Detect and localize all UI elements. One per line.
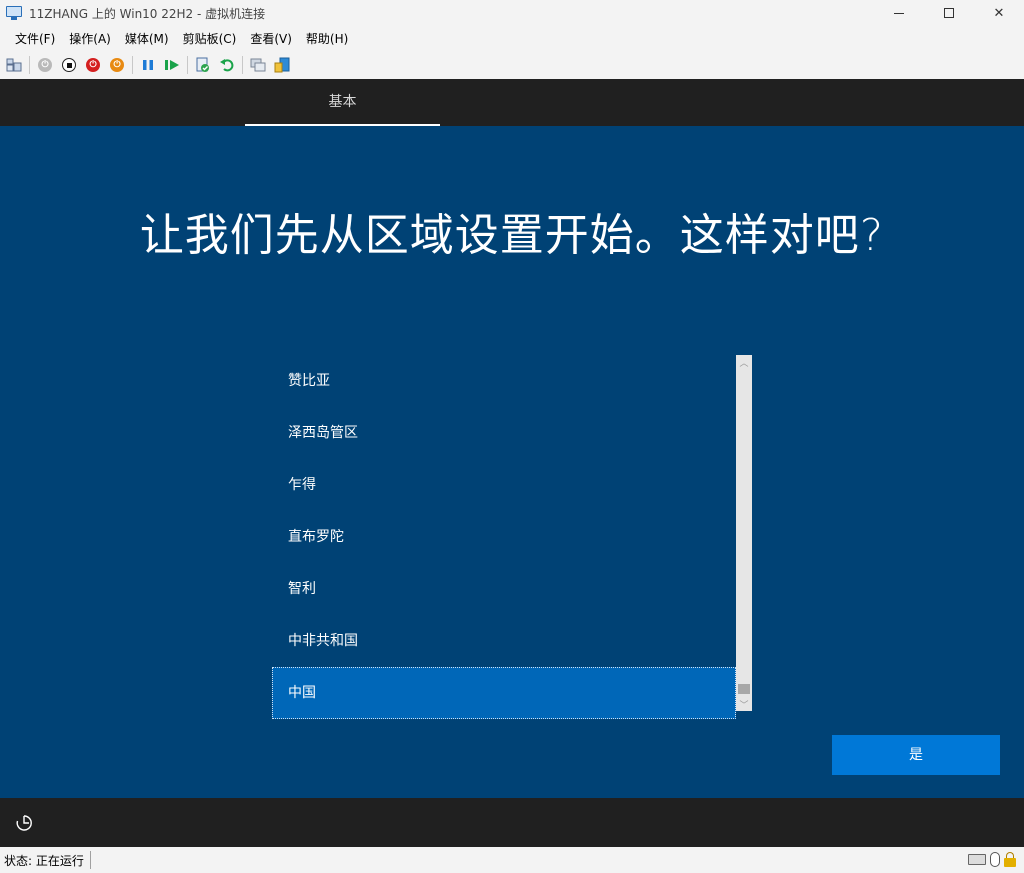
vm-connection-icon [6, 6, 22, 20]
window-title: 11ZHANG 上的 Win10 22H2 - 虚拟机连接 [29, 6, 266, 21]
minimize-icon [894, 12, 904, 14]
save-state-icon: ⏻ [110, 58, 124, 72]
stop-icon [62, 58, 76, 72]
share-button[interactable] [272, 55, 292, 75]
mouse-icon [990, 852, 1000, 867]
region-list-items: 赞比亚 泽西岛管区 乍得 直布罗陀 智利 中非共和国 中国 [272, 355, 736, 719]
enhanced-session-button[interactable] [248, 55, 268, 75]
list-item-selected[interactable]: 中国 [272, 667, 736, 719]
menu-help[interactable]: 帮助(H) [299, 26, 355, 52]
list-item[interactable]: 直布罗陀 [272, 511, 736, 563]
minimize-button[interactable] [874, 0, 924, 26]
list-item[interactable]: 智利 [272, 563, 736, 615]
checkpoint-button[interactable] [193, 55, 213, 75]
menu-view[interactable]: 查看(V) [243, 26, 299, 52]
ease-of-access-icon[interactable] [14, 813, 34, 833]
page-title: 让我们先从区域设置开始。这样对吧? [139, 210, 885, 261]
start-button[interactable]: ⏻ [35, 55, 55, 75]
scroll-thumb[interactable] [738, 684, 750, 694]
scroll-down-icon[interactable]: ﹀ [736, 697, 752, 711]
scroll-up-icon[interactable]: ︿ [736, 355, 752, 369]
resume-icon [165, 60, 179, 70]
status-text: 状态: 正在运行 [4, 853, 84, 868]
scrollbar[interactable]: ︿ ﹀ [736, 355, 752, 711]
status-bar: 状态: 正在运行 [0, 847, 1024, 873]
toolbar-separator [29, 56, 30, 74]
toolbar: ⏻ ⏻ ⏻ [0, 52, 1024, 78]
close-icon: ✕ [993, 5, 1005, 21]
toolbar-separator [187, 56, 188, 74]
list-item[interactable]: 乍得 [272, 459, 736, 511]
close-button[interactable]: ✕ [974, 0, 1024, 26]
maximize-icon [944, 8, 954, 18]
yes-button[interactable]: 是 [832, 735, 1000, 775]
checkpoint-icon [196, 57, 209, 72]
region-list[interactable]: 赞比亚 泽西岛管区 乍得 直布罗陀 智利 中非共和国 中国 ︿ ﹀ [272, 355, 752, 719]
enhanced-session-icon [250, 58, 266, 72]
pause-icon [143, 60, 153, 70]
menu-bar: 文件(F) 操作(A) 媒体(M) 剪贴板(C) 查看(V) 帮助(H) [0, 26, 1024, 52]
title-bar: 11ZHANG 上的 Win10 22H2 - 虚拟机连接 ✕ [0, 0, 1024, 26]
revert-button[interactable] [217, 55, 237, 75]
shutdown-icon: ⏻ [86, 58, 100, 72]
ctrl-alt-del-icon [6, 58, 22, 72]
ctrl-alt-del-button[interactable] [4, 55, 24, 75]
menu-action[interactable]: 操作(A) [62, 26, 118, 52]
maximize-button[interactable] [924, 0, 974, 26]
turn-off-button[interactable] [59, 55, 79, 75]
list-item[interactable]: 中非共和国 [272, 615, 736, 667]
pause-button[interactable] [138, 55, 158, 75]
resume-button[interactable] [162, 55, 182, 75]
shut-down-button[interactable]: ⏻ [83, 55, 103, 75]
oobe-header: 基本 [0, 79, 1024, 126]
status-icons [968, 852, 1016, 867]
power-start-icon: ⏻ [38, 58, 52, 72]
menu-media[interactable]: 媒体(M) [118, 26, 176, 52]
oobe-footer [0, 798, 1024, 847]
list-item[interactable]: 赞比亚 [272, 355, 736, 407]
menu-file[interactable]: 文件(F) [8, 26, 62, 52]
lock-icon [1004, 852, 1016, 867]
toolbar-separator [242, 56, 243, 74]
menu-clipboard[interactable]: 剪贴板(C) [176, 26, 244, 52]
tab-basics: 基本 [245, 79, 440, 126]
toolbar-separator [132, 56, 133, 74]
save-state-button[interactable]: ⏻ [107, 55, 127, 75]
status-separator [89, 851, 91, 869]
list-item[interactable]: 泽西岛管区 [272, 407, 736, 459]
vm-screen[interactable]: 基本 让我们先从区域设置开始。这样对吧? 赞比亚 泽西岛管区 乍得 直布罗陀 智… [0, 79, 1024, 847]
keyboard-icon [968, 854, 986, 865]
window-controls: ✕ [874, 0, 1024, 26]
revert-icon [220, 59, 234, 72]
share-icon [274, 57, 290, 73]
